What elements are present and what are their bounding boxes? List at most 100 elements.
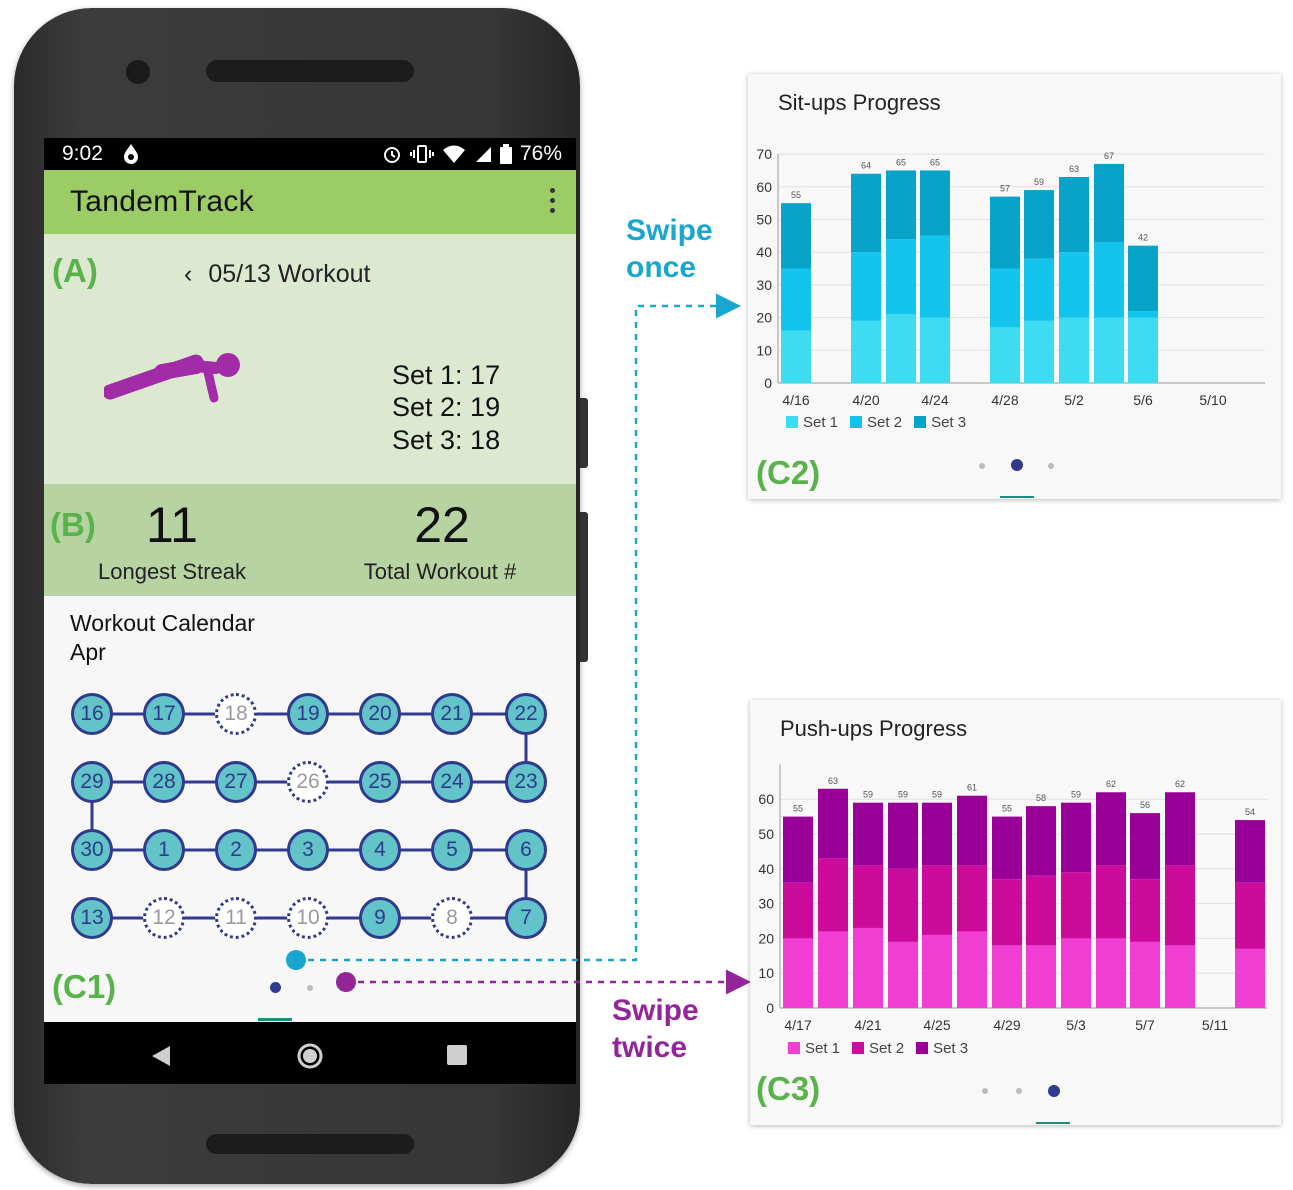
situps-legend: Set 1 Set 2 Set 3 <box>786 414 966 431</box>
swipe-once-line2: once <box>626 251 697 284</box>
y-tick-label: 0 <box>766 1000 774 1016</box>
bar-set1 <box>1026 945 1056 1008</box>
y-tick-label: 40 <box>756 244 772 260</box>
bar-set2 <box>853 865 883 928</box>
bar-set2 <box>888 868 918 942</box>
bar-total-label: 65 <box>930 157 940 167</box>
bar-set3 <box>1026 806 1056 876</box>
bar-set2 <box>922 865 952 935</box>
y-tick-label: 10 <box>758 965 774 981</box>
bar-total-label: 59 <box>1034 177 1044 187</box>
bar-set2 <box>1096 865 1126 939</box>
bar-set3 <box>1059 176 1089 253</box>
bar-set1 <box>851 320 881 383</box>
page-indicator-underline <box>1036 1122 1070 1124</box>
bar-set3 <box>1096 792 1126 866</box>
bar-total-label: 64 <box>861 161 871 171</box>
y-tick-label: 40 <box>758 861 774 877</box>
bar-set2 <box>1024 258 1054 321</box>
pushups-legend-set1: Set 1 <box>788 1040 840 1057</box>
y-tick-label: 20 <box>758 930 774 946</box>
page-dot-1[interactable] <box>979 463 985 469</box>
swipe-twice-origin-dot <box>336 972 356 992</box>
bar-set1 <box>818 931 848 1008</box>
x-tick-label: 4/28 <box>991 392 1018 408</box>
pushups-legend: Set 1 Set 2 Set 3 <box>788 1040 968 1057</box>
bar-set3 <box>1165 792 1195 866</box>
bar-set3 <box>886 170 916 240</box>
bar-total-label: 42 <box>1138 233 1148 243</box>
bar-set2 <box>1059 252 1089 318</box>
bar-set3 <box>818 788 848 859</box>
bar-set3 <box>1130 813 1160 880</box>
pushups-chart-card[interactable]: Push-ups Progress 0 10 20 30 40 50 60 55 63 59 59 5… <box>750 700 1281 1125</box>
situps-chart-card[interactable]: Sit-ups Progress 0 10 20 30 40 50 60 70 55 64 65 65… <box>748 74 1281 499</box>
bar-set3 <box>1235 820 1265 883</box>
bar-set2 <box>818 858 848 932</box>
bar-set1 <box>957 931 987 1008</box>
y-tick-label: 0 <box>764 375 772 391</box>
bar-total-label: 62 <box>1106 779 1116 789</box>
x-tick-label: 5/6 <box>1133 392 1153 408</box>
pushups-chart: 0 10 20 30 40 50 60 55 63 59 59 59 61 55 58 59 62 56 62 54 4… <box>758 764 1267 1033</box>
x-tick-label: 4/17 <box>784 1017 811 1033</box>
bar-set2 <box>886 239 916 315</box>
bar-set3 <box>851 173 881 253</box>
bar-set2 <box>957 865 987 932</box>
bar-set1 <box>920 317 950 383</box>
bar-total-label: 61 <box>967 783 977 793</box>
bar-set2 <box>1128 311 1158 318</box>
x-tick-label: 5/10 <box>1199 392 1226 408</box>
pushups-legend-set2: Set 2 <box>852 1040 904 1057</box>
swipe-once-origin-dot <box>286 950 306 970</box>
x-tick-label: 5/3 <box>1066 1017 1086 1033</box>
situps-chart: 0 10 20 30 40 50 60 70 55 64 65 65 57 59 63 67 42 4/16 4/2… <box>756 146 1265 408</box>
bar-set2 <box>1061 872 1091 939</box>
bar-set1 <box>781 330 811 383</box>
bar-set3 <box>783 816 813 883</box>
bar-total-label: 55 <box>793 804 803 814</box>
bar-set3 <box>922 802 952 866</box>
bar-set2 <box>920 235 950 318</box>
bar-total-label: 54 <box>1245 807 1255 817</box>
page-dot-2[interactable] <box>1011 459 1023 471</box>
bar-total-label: 59 <box>1071 790 1081 800</box>
y-tick-label: 30 <box>758 896 774 912</box>
bar-total-label: 62 <box>1175 779 1185 789</box>
bar-set1 <box>1130 941 1160 1008</box>
bar-total-label: 55 <box>1002 804 1012 814</box>
label-c3: (C3) <box>756 1070 821 1107</box>
bar-set1 <box>922 934 952 1008</box>
page-dot-2[interactable] <box>1016 1088 1022 1094</box>
page-dot-1[interactable] <box>982 1088 988 1094</box>
bar-set2 <box>1165 865 1195 946</box>
y-tick-label: 70 <box>756 146 772 162</box>
swipe-once-arrow <box>296 293 741 962</box>
bar-set3 <box>1061 802 1091 873</box>
x-tick-label: 4/24 <box>921 392 948 408</box>
y-tick-label: 30 <box>756 277 772 293</box>
bar-total-label: 59 <box>863 790 873 800</box>
bar-set3 <box>781 203 811 269</box>
bar-set1 <box>1096 938 1126 1008</box>
bar-set3 <box>920 170 950 236</box>
x-tick-label: 4/16 <box>782 392 809 408</box>
page-dot-3[interactable] <box>1048 1085 1060 1097</box>
bar-set1 <box>1059 317 1089 383</box>
y-tick-label: 20 <box>756 310 772 326</box>
x-tick-label: 4/25 <box>923 1017 950 1033</box>
bar-set2 <box>1026 875 1056 946</box>
swipe-once-line1: Swipe <box>626 214 713 247</box>
page-dot-3[interactable] <box>1048 463 1054 469</box>
bar-set2 <box>781 268 811 331</box>
y-tick-label: 60 <box>756 179 772 195</box>
bar-set1 <box>886 314 916 383</box>
bar-set3 <box>990 196 1020 269</box>
bar-set1 <box>992 945 1022 1008</box>
bar-total-label: 63 <box>828 776 838 786</box>
bar-total-label: 55 <box>791 190 801 200</box>
label-c2: (C2) <box>756 454 821 491</box>
bar-set3 <box>1024 190 1054 259</box>
situps-legend-set1: Set 1 <box>786 414 838 431</box>
bar-set1 <box>783 938 813 1008</box>
